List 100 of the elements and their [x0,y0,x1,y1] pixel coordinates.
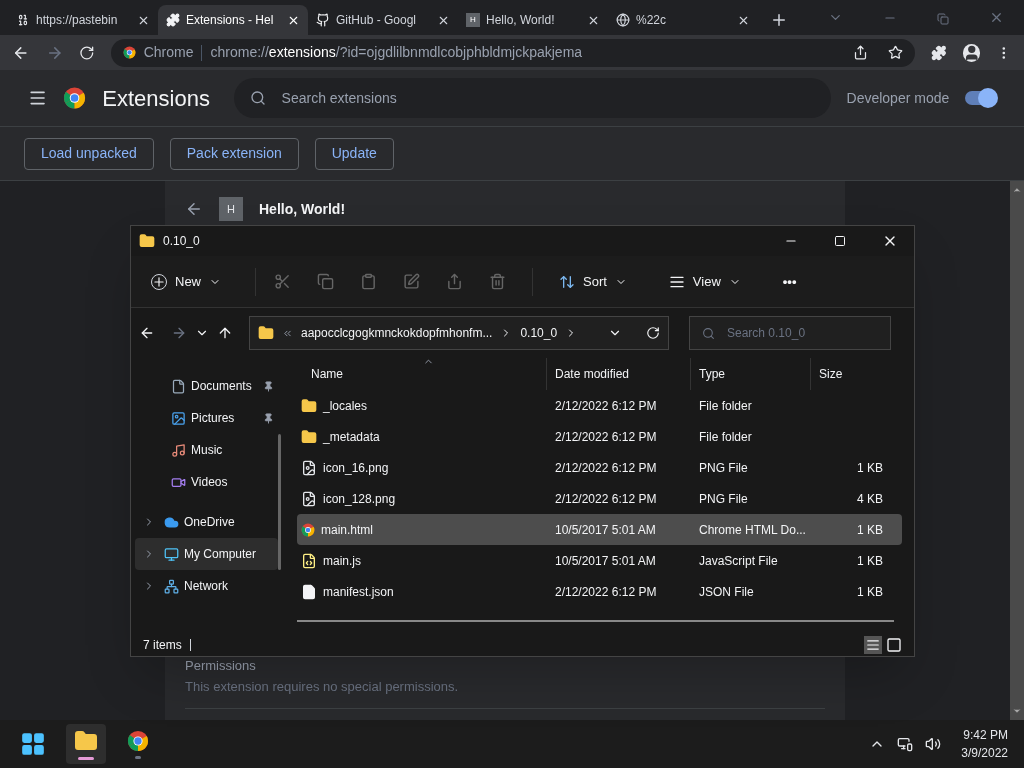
profile-icon[interactable] [962,43,981,62]
status-text: 7 items [143,637,182,654]
page-title: Extensions [102,84,211,113]
image-file-icon [301,459,317,476]
forward-icon[interactable] [171,325,187,341]
url-text: chrome://extensions/?id=ojgdlilbnmdlcobjphbldmjckpakjema [210,43,583,62]
extension-name: Hello, World! [259,199,346,219]
browser-tab[interactable]: Extensions - Hel [158,5,308,35]
nav-label: Pictures [191,410,235,427]
scroll-up-icon[interactable] [1012,185,1022,195]
nav-item[interactable]: Pictures [135,402,278,434]
column-header[interactable]: Size [811,358,887,390]
toolbar-button[interactable]: Update [314,137,394,170]
rename-icon[interactable] [403,273,420,290]
file-row[interactable]: icon_16.png 2/12/2022 6:12 PM PNG File 1 KB [297,452,902,483]
taskbar-app[interactable] [66,724,106,764]
restore-icon[interactable] [937,13,949,25]
column-header[interactable]: Name [297,358,547,390]
developer-mode-toggle[interactable] [965,91,996,105]
copy-icon[interactable] [317,273,334,290]
nav-label: Network [184,578,228,595]
file-row[interactable]: main.html 10/5/2017 5:01 AM Chrome HTML Do... 1 KB [297,514,902,545]
file-row[interactable]: _locales 2/12/2022 6:12 PM File folder [297,390,902,421]
puzzle-icon [166,13,180,27]
type-cell-text: PNG File [698,459,749,477]
new-button[interactable]: New [143,265,229,298]
size-cell-text: 4 KB [856,490,884,508]
type-cell-text: File folder [698,397,753,415]
column-header[interactable]: Date modified [547,358,691,390]
bookmark-icon[interactable] [888,45,904,60]
file-name: _locales [323,397,368,415]
browser-tab[interactable]: %22c [608,5,758,35]
scroll-down-icon[interactable] [1012,706,1022,716]
nav-item[interactable]: Videos [135,466,278,498]
chrome-logo-icon [127,729,149,752]
address-bar[interactable]: Chrome chrome://extensions/?id=ojgdlilbnmdlcobjphbldmjckpakjema [110,38,916,67]
refresh-icon[interactable] [646,326,660,340]
sort-button[interactable]: Sort [551,265,635,298]
nav-item[interactable]: Documents [135,370,278,402]
breadcrumb-item[interactable]: 0.10_0 [520,324,558,342]
tab-favicon: H [466,13,480,27]
window-title: 0.10_0 [163,233,200,250]
browser-tab[interactable]: GitHub - Googl [308,5,458,35]
extensions-icon[interactable] [931,44,947,61]
nav-item[interactable]: Network [135,570,278,602]
file-name: icon_16.png [323,459,389,477]
start-icon[interactable] [20,731,46,757]
toolbar-button[interactable]: Pack extension [169,137,299,170]
date-cell-text: 2/12/2022 6:12 PM [554,428,658,446]
cut-icon[interactable] [274,273,291,290]
maximize-icon[interactable] [834,235,846,247]
image-file-icon [301,490,317,507]
date-cell-text: 2/12/2022 6:12 PM [554,459,658,477]
size-cell-text: 1 KB [856,521,884,539]
reload-icon[interactable] [79,44,95,61]
browser-tab[interactable]: H Hello, World! [458,5,608,35]
toolbar-button[interactable]: Load unpacked [24,137,154,170]
search-field[interactable]: Search extensions [233,78,831,118]
document-icon [171,378,186,394]
size-cell-text: 1 KB [856,552,884,570]
file-name: main.js [323,552,361,570]
search-icon [249,90,266,106]
column-header[interactable]: Type [691,358,811,390]
tiles-view-icon[interactable] [886,637,902,653]
tab-title: Extensions - Hel [186,12,275,29]
file-row[interactable]: manifest.json 2/12/2022 6:12 PM JSON File 1 KB [297,576,902,607]
network-icon[interactable] [897,736,914,752]
tab-title: %22c [636,12,668,29]
back-icon[interactable] [139,325,155,341]
new-tab-icon[interactable] [770,11,788,29]
type-cell-text: JSON File [698,583,755,601]
tab-title: Hello, World! [486,12,556,29]
delete-icon[interactable] [489,273,506,290]
file-row[interactable]: _metadata 2/12/2022 6:12 PM File folder [297,421,902,452]
paste-icon[interactable] [360,273,377,290]
tab-title: GitHub - Googl [336,12,418,29]
type-cell-text: PNG File [698,490,749,508]
details-view-icon[interactable] [864,636,882,654]
up-icon[interactable] [217,325,233,341]
share-icon[interactable] [853,45,869,60]
monitor-icon [164,546,179,562]
nav-label: Music [191,442,223,459]
music-icon [171,442,186,458]
scrollbar[interactable] [1010,181,1024,720]
browser-tab[interactable]: https://pastebin [8,5,158,35]
type-cell-text: Chrome HTML Do... [698,521,807,539]
file-row[interactable]: main.js 10/5/2017 5:01 AM JavaScript File 1 KB [297,545,902,576]
nav-item[interactable]: My Computer [135,538,278,570]
nav-item[interactable]: Music [135,434,278,466]
volume-icon[interactable] [925,736,942,752]
more-button[interactable]: ••• [774,265,805,298]
address-field[interactable]: aapocclcgogkmnckokdopfmhonfm... 0.10_0 [249,316,669,350]
nav-label: Documents [191,378,252,395]
breadcrumb-item[interactable]: aapocclcgogkmnckokdopfmhonfm... [301,324,493,342]
view-button[interactable]: View [660,265,749,298]
file-row[interactable]: icon_128.png 2/12/2022 6:12 PM PNG File 4 KB [297,483,902,514]
script-file-icon [301,552,317,569]
file-icon [301,583,317,600]
nav-item[interactable]: OneDrive [135,506,278,538]
folder-icon [74,728,98,753]
